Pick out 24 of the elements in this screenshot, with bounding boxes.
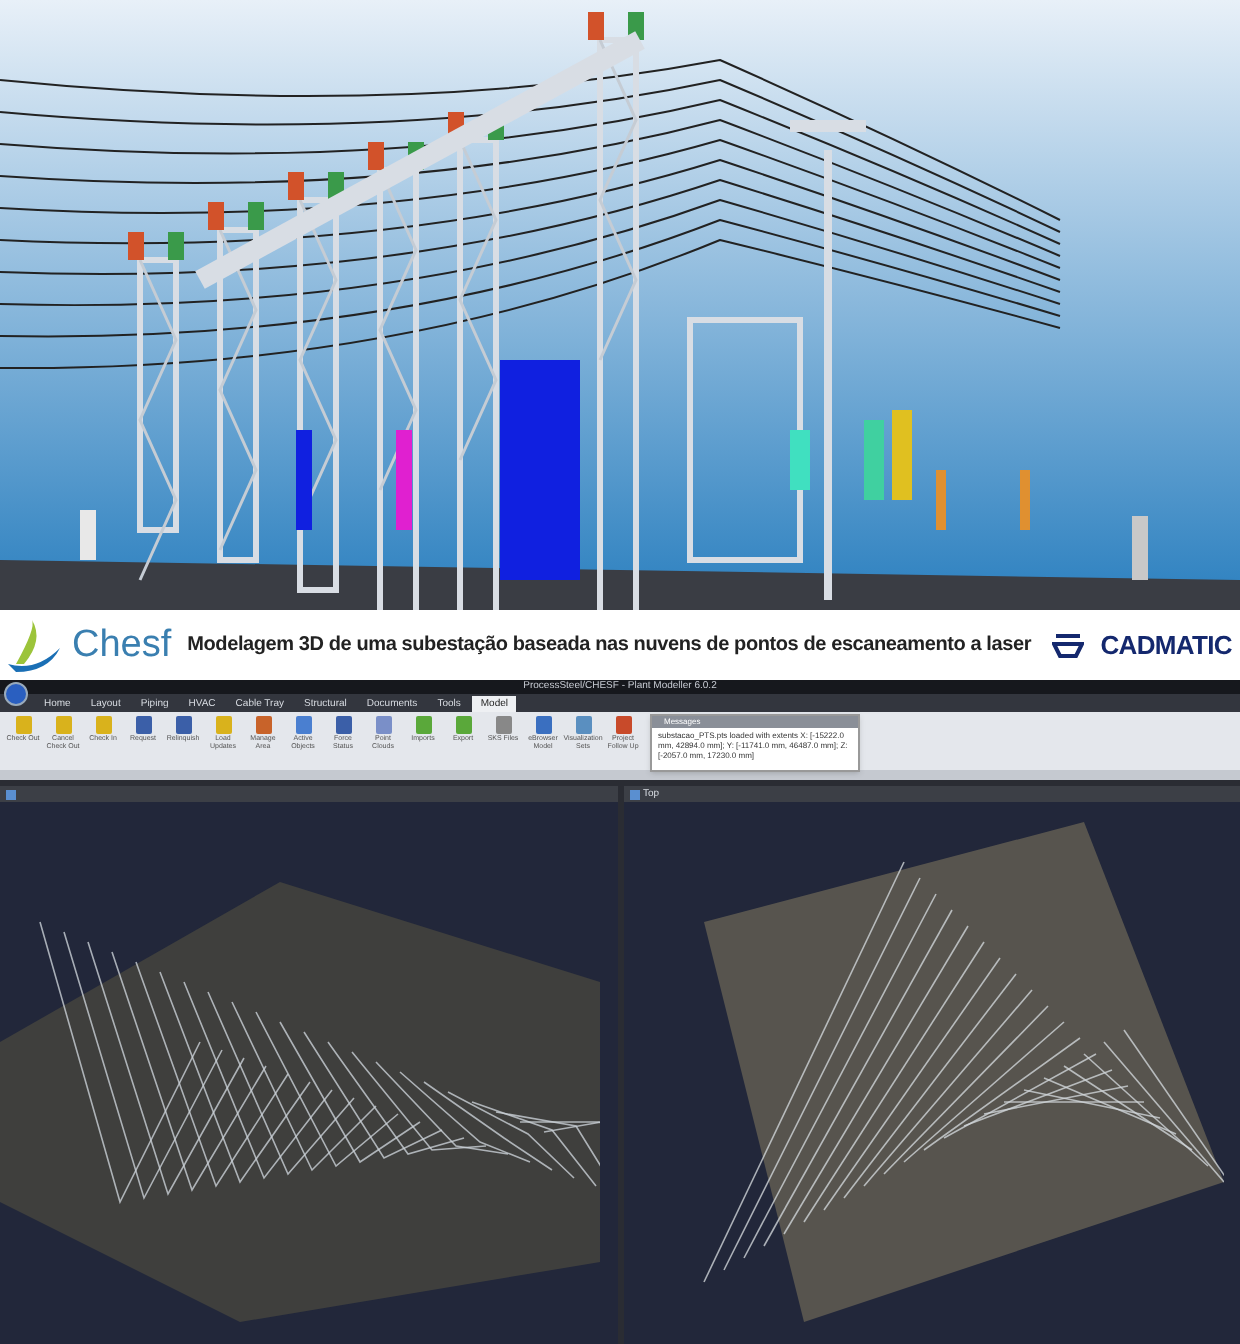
- tool-icon: [335, 716, 351, 734]
- tool-icon: [295, 716, 311, 734]
- tool-icon: [375, 716, 391, 734]
- tool-icon: [55, 716, 71, 734]
- tool-icon: [95, 716, 111, 734]
- tool-icon: [255, 716, 271, 734]
- tool-icon: [215, 716, 231, 734]
- tool-icon: [135, 716, 151, 734]
- tool-icon: [455, 716, 471, 734]
- view-icon: [629, 789, 639, 799]
- tool-icon: [175, 716, 191, 734]
- tool-icon: [495, 716, 511, 734]
- chesf-logo-icon: [8, 619, 64, 671]
- cadmatic-logo-icon: [1052, 631, 1085, 659]
- app-menu-icon[interactable]: [4, 682, 28, 706]
- banner-caption: Modelagem 3D de uma subestação baseada nas nuvens de pontos de escaneamento a laser: [187, 632, 1034, 660]
- tool-icon: [575, 716, 591, 734]
- tool-icon: [615, 716, 631, 734]
- view-icon: [6, 789, 16, 799]
- tool-icon: [15, 716, 31, 734]
- tool-icon: [535, 716, 551, 734]
- brand-name: Chesf: [72, 626, 172, 664]
- tool-icon: [415, 716, 431, 734]
- brand-name: CADMATIC: [1100, 627, 1232, 664]
